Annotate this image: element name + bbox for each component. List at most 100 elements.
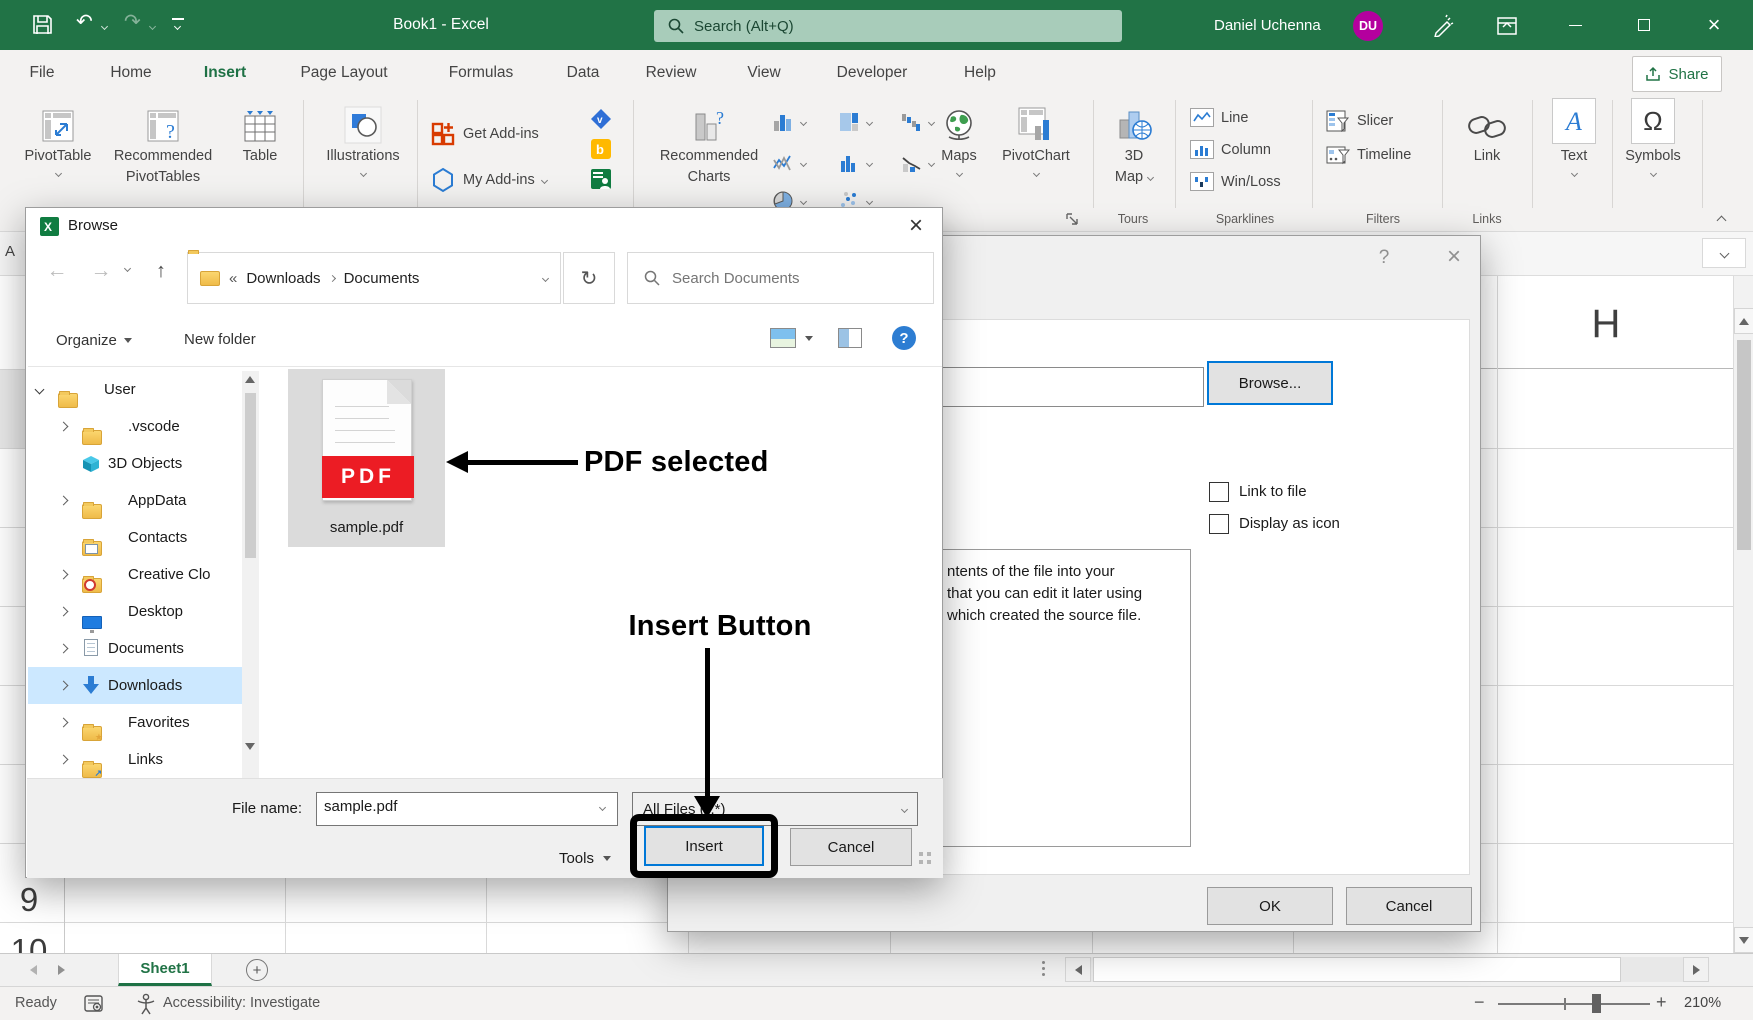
sparkline-winloss-button[interactable]: Win/Loss: [1190, 172, 1281, 191]
share-button[interactable]: Share: [1632, 56, 1722, 92]
undo-dropdown-icon[interactable]: [101, 23, 108, 30]
tree-item-user[interactable]: User: [28, 371, 242, 408]
tab-data[interactable]: Data: [556, 50, 610, 95]
vertical-scrollbar[interactable]: [1733, 276, 1753, 953]
link-to-file-checkbox[interactable]: [1209, 482, 1229, 502]
browse-close-button[interactable]: ×: [893, 208, 939, 244]
breadcrumb-collapse[interactable]: «: [229, 270, 237, 287]
scrollbar-thumb[interactable]: [245, 393, 256, 558]
zoom-in-button[interactable]: +: [1656, 992, 1667, 1013]
sheet-prev-button[interactable]: [30, 965, 37, 975]
zoom-level[interactable]: 210%: [1684, 995, 1721, 1011]
sheet-tab-sheet1[interactable]: Sheet1: [118, 954, 212, 986]
help-button[interactable]: ?: [892, 326, 916, 350]
tab-view[interactable]: View: [736, 50, 792, 95]
ribbon-display-options-icon[interactable]: [1496, 15, 1518, 42]
maximize-button[interactable]: [1622, 0, 1666, 50]
zoom-slider-thumb[interactable]: [1592, 994, 1601, 1013]
chevron-collapsed-icon[interactable]: [59, 718, 69, 728]
accessibility-icon[interactable]: [136, 993, 156, 1019]
search-box[interactable]: [654, 10, 1122, 42]
dialog-launcher-icon[interactable]: [1066, 213, 1079, 231]
addin-gallery-icon-2[interactable]: b: [590, 138, 612, 165]
insert-column-chart-button[interactable]: [772, 111, 806, 133]
redo-button[interactable]: ↷: [124, 9, 141, 34]
scroll-up-button[interactable]: [1734, 308, 1753, 334]
nav-forward-button[interactable]: →: [84, 254, 118, 288]
horizontal-scrollbar[interactable]: [1091, 957, 1683, 982]
link-to-file-label[interactable]: Link to file: [1239, 483, 1307, 500]
nav-history-chevron-icon[interactable]: [124, 265, 131, 272]
recommended-charts-button[interactable]: ? Recommended Charts: [648, 100, 770, 188]
qat-customize-chevron-icon[interactable]: [174, 23, 181, 30]
chevron-collapsed-icon[interactable]: [59, 422, 69, 432]
tab-review[interactable]: Review: [636, 50, 706, 95]
tree-item-downloads[interactable]: Downloads: [28, 667, 242, 704]
close-button[interactable]: ×: [1692, 0, 1736, 50]
my-addins-button[interactable]: My Add-ins: [430, 167, 547, 193]
chevron-collapsed-icon[interactable]: [59, 755, 69, 765]
tree-item-vscode[interactable]: .vscode: [28, 408, 242, 445]
breadcrumb-dropdown-icon[interactable]: [542, 274, 549, 281]
file-name-input[interactable]: [324, 798, 584, 815]
hscroll-left-button[interactable]: [1065, 957, 1091, 982]
sparkline-line-button[interactable]: Line: [1190, 108, 1248, 127]
chevron-collapsed-icon[interactable]: [59, 496, 69, 506]
row-header-9[interactable]: 9: [0, 878, 58, 922]
row-header-10[interactable]: 10: [0, 922, 58, 953]
save-icon[interactable]: [32, 14, 53, 40]
tree-item-documents[interactable]: Documents: [28, 630, 242, 667]
slicer-button[interactable]: Slicer: [1326, 110, 1393, 132]
object-ok-button[interactable]: OK: [1207, 887, 1333, 925]
dialog-help-button[interactable]: ?: [1368, 242, 1400, 274]
search-documents-box[interactable]: [627, 252, 934, 304]
pivottable-button[interactable]: PivotTable: [18, 100, 98, 176]
chevron-down-icon[interactable]: [599, 804, 606, 811]
scroll-down-icon[interactable]: [245, 743, 255, 750]
maps-button[interactable]: Maps: [928, 100, 990, 176]
tree-item-favorites[interactable]: Favorites: [28, 704, 242, 741]
tree-item-creative-cloud[interactable]: Creative Clo: [28, 556, 242, 593]
tree-item-3d-objects[interactable]: 3D Objects: [28, 445, 242, 482]
scrollbar-thumb[interactable]: [1737, 340, 1751, 550]
file-tile-sample-pdf[interactable]: PDF sample.pdf: [288, 369, 445, 547]
tab-scrollbar-splitter[interactable]: [1042, 961, 1045, 964]
chevron-collapsed-icon[interactable]: [59, 681, 69, 691]
recommended-pivottables-button[interactable]: ? Recommended PivotTables: [100, 100, 226, 188]
formula-bar-expand-button[interactable]: [1702, 238, 1746, 268]
dialog-close-button[interactable]: ×: [1436, 240, 1472, 274]
tab-file[interactable]: File: [20, 50, 64, 95]
undo-button[interactable]: ↶: [76, 9, 93, 34]
tab-page-layout[interactable]: Page Layout: [288, 50, 400, 95]
search-input[interactable]: [694, 18, 1074, 35]
status-accessibility[interactable]: Accessibility: Investigate: [163, 995, 320, 1011]
tree-item-appdata[interactable]: AppData: [28, 482, 242, 519]
symbols-button[interactable]: Ω Symbols: [1622, 100, 1684, 176]
get-addins-button[interactable]: Get Add-ins: [430, 121, 539, 147]
collapse-ribbon-icon[interactable]: [1717, 216, 1727, 226]
illustrations-button[interactable]: Illustrations: [317, 100, 409, 176]
breadcrumb[interactable]: « Downloads Documents: [187, 252, 561, 304]
nav-back-button[interactable]: ←: [40, 254, 74, 288]
user-name[interactable]: Daniel Uchenna: [1214, 17, 1321, 34]
sparkline-column-button[interactable]: Column: [1190, 140, 1271, 159]
breadcrumb-downloads[interactable]: Downloads: [246, 270, 320, 287]
insert-hierarchy-chart-button[interactable]: [838, 111, 872, 133]
hscroll-right-button[interactable]: [1683, 957, 1709, 982]
chevron-expanded-icon[interactable]: [35, 385, 45, 395]
tab-help[interactable]: Help: [954, 50, 1006, 95]
search-documents-input[interactable]: [672, 270, 912, 287]
display-as-icon-label[interactable]: Display as icon: [1239, 515, 1340, 532]
tree-item-links[interactable]: Links: [28, 741, 242, 778]
link-button[interactable]: Link: [1455, 100, 1519, 167]
redo-dropdown-icon[interactable]: [149, 23, 156, 30]
tree-scrollbar[interactable]: [242, 371, 259, 778]
nav-up-button[interactable]: ↑: [144, 254, 178, 288]
browse-cancel-button[interactable]: Cancel: [790, 828, 912, 866]
tree-item-contacts[interactable]: Contacts: [28, 519, 242, 556]
zoom-out-button[interactable]: −: [1474, 992, 1485, 1013]
avatar[interactable]: DU: [1353, 11, 1383, 41]
organize-button[interactable]: Organize: [56, 326, 132, 354]
view-options[interactable]: [770, 328, 813, 348]
chevron-collapsed-icon[interactable]: [59, 644, 69, 654]
